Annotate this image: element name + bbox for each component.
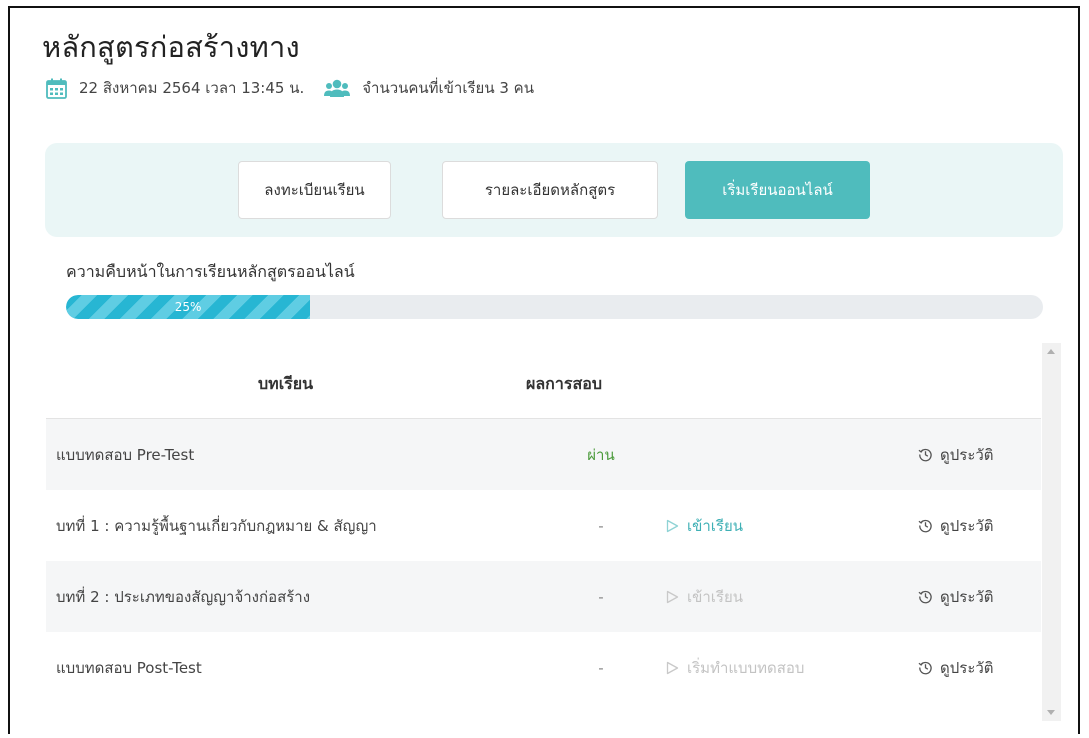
attendees-text: จำนวนคนที่เข้าเรียน 3 คน	[362, 79, 534, 97]
date-info: 22 สิงหาคม 2564 เวลา 13:45 น.	[46, 76, 304, 100]
enter-lesson-button[interactable]: เข้าเรียน	[666, 514, 743, 538]
progress-label: ความคืบหน้าในการเรียนหลักสูตรออนไลน์	[66, 262, 355, 281]
play-icon	[666, 590, 679, 603]
course-meta: 22 สิงหาคม 2564 เวลา 13:45 น. จำนวนคนที่…	[46, 76, 554, 100]
action-label: เข้าเรียน	[687, 516, 744, 535]
exam-result: -	[598, 516, 604, 535]
scroll-down-arrow-icon[interactable]	[1047, 710, 1055, 715]
register-button[interactable]: ลงทะเบียนเรียน	[238, 161, 391, 219]
lesson-name: แบบทดสอบ Pre-Test	[56, 445, 195, 464]
action-label: เข้าเรียน	[687, 587, 744, 606]
header-result: ผลการสอบ	[526, 374, 602, 393]
table-header: บทเรียน ผลการสอบ	[46, 343, 1041, 419]
scroll-up-arrow-icon[interactable]	[1047, 349, 1055, 354]
view-history-link[interactable]: ดูประวัติ	[918, 585, 994, 609]
view-history-link[interactable]: ดูประวัติ	[918, 514, 994, 538]
calendar-icon	[46, 78, 67, 99]
play-icon	[666, 519, 679, 532]
history-icon	[918, 590, 932, 604]
table-row: บทที่ 1 : ความรู้พื้นฐานเกี่ยวกับกฎหมาย …	[46, 490, 1041, 561]
progress-bar: 25%	[66, 295, 1043, 319]
exam-result: ผ่าน	[587, 445, 615, 464]
history-label: ดูประวัติ	[940, 658, 994, 677]
start-online-button[interactable]: เริ่มเรียนออนไลน์	[685, 161, 870, 219]
play-icon	[666, 661, 679, 674]
course-tab-bar: ลงทะเบียนเรียน รายละเอียดหลักสูตร เริ่มเ…	[45, 143, 1063, 237]
lessons-table: บทเรียน ผลการสอบ แบบทดสอบ Pre-Test ผ่าน …	[46, 343, 1041, 711]
start-test-button[interactable]: เริ่มทำแบบทดสอบ	[666, 656, 804, 680]
table-scrollbar[interactable]	[1042, 343, 1061, 721]
action-label: เริ่มทำแบบทดสอบ	[687, 658, 805, 677]
progress-percent: 25%	[174, 300, 202, 314]
view-history-link[interactable]: ดูประวัติ	[918, 443, 994, 467]
exam-result: -	[598, 587, 604, 606]
table-row: แบบทดสอบ Pre-Test ผ่าน ดูประวัติ	[46, 419, 1041, 490]
history-label: ดูประวัติ	[940, 587, 994, 606]
exam-result: -	[598, 658, 604, 677]
lesson-name: บทที่ 2 : ประเภทของสัญญาจ้างก่อสร้าง	[56, 587, 311, 606]
enter-lesson-button[interactable]: เข้าเรียน	[666, 585, 743, 609]
progress-fill: 25%	[66, 295, 311, 319]
table-row: บทที่ 2 : ประเภทของสัญญาจ้างก่อสร้าง - เ…	[46, 561, 1041, 632]
history-label: ดูประวัติ	[940, 445, 994, 464]
header-lesson: บทเรียน	[258, 374, 314, 393]
table-row: แบบทดสอบ Post-Test - เริ่มทำแบบทดสอบ ดูป…	[46, 632, 1041, 703]
lesson-name: แบบทดสอบ Post-Test	[56, 658, 202, 677]
users-icon	[324, 79, 351, 97]
history-icon	[918, 661, 932, 675]
course-details-button[interactable]: รายละเอียดหลักสูตร	[442, 161, 658, 219]
page-title: หลักสูตรก่อสร้างทาง	[42, 30, 300, 64]
attendees-info: จำนวนคนที่เข้าเรียน 3 คน	[324, 76, 534, 100]
history-label: ดูประวัติ	[940, 516, 994, 535]
date-text: 22 สิงหาคม 2564 เวลา 13:45 น.	[79, 79, 305, 97]
history-icon	[918, 448, 932, 462]
history-icon	[918, 519, 932, 533]
lesson-name: บทที่ 1 : ความรู้พื้นฐานเกี่ยวกับกฎหมาย …	[56, 516, 377, 535]
view-history-link[interactable]: ดูประวัติ	[918, 656, 994, 680]
